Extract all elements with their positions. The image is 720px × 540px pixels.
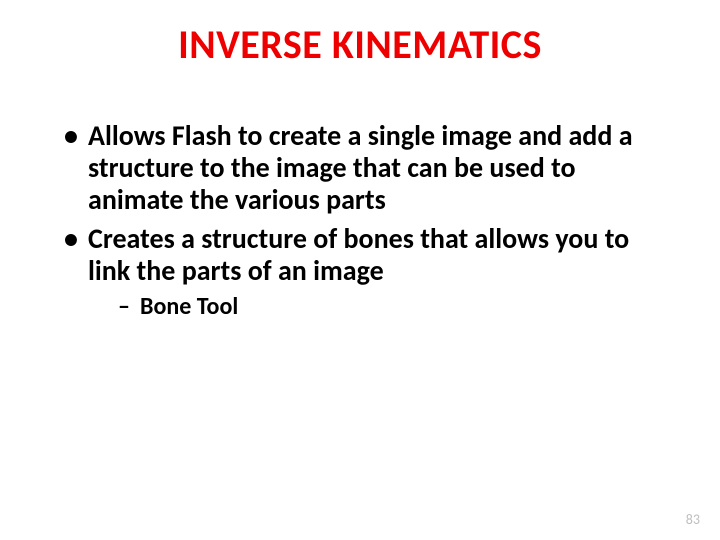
sub-bullet-list: Bone Tool: [88, 293, 670, 322]
page-number: 83: [686, 511, 700, 528]
slide-title: INVERSE KINEMATICS: [0, 20, 720, 69]
bullet-text: Creates a structure of bones that allows…: [88, 221, 629, 288]
slide-body: Allows Flash to create a single image an…: [64, 120, 670, 328]
sub-bullet-text: Bone Tool: [140, 292, 238, 321]
sub-bullet-item: Bone Tool: [118, 293, 670, 322]
bullet-list: Allows Flash to create a single image an…: [64, 120, 670, 322]
bullet-item: Allows Flash to create a single image an…: [64, 120, 670, 217]
bullet-text: Allows Flash to create a single image an…: [88, 118, 633, 217]
slide: INVERSE KINEMATICS Allows Flash to creat…: [0, 0, 720, 540]
bullet-item: Creates a structure of bones that allows…: [64, 223, 670, 322]
